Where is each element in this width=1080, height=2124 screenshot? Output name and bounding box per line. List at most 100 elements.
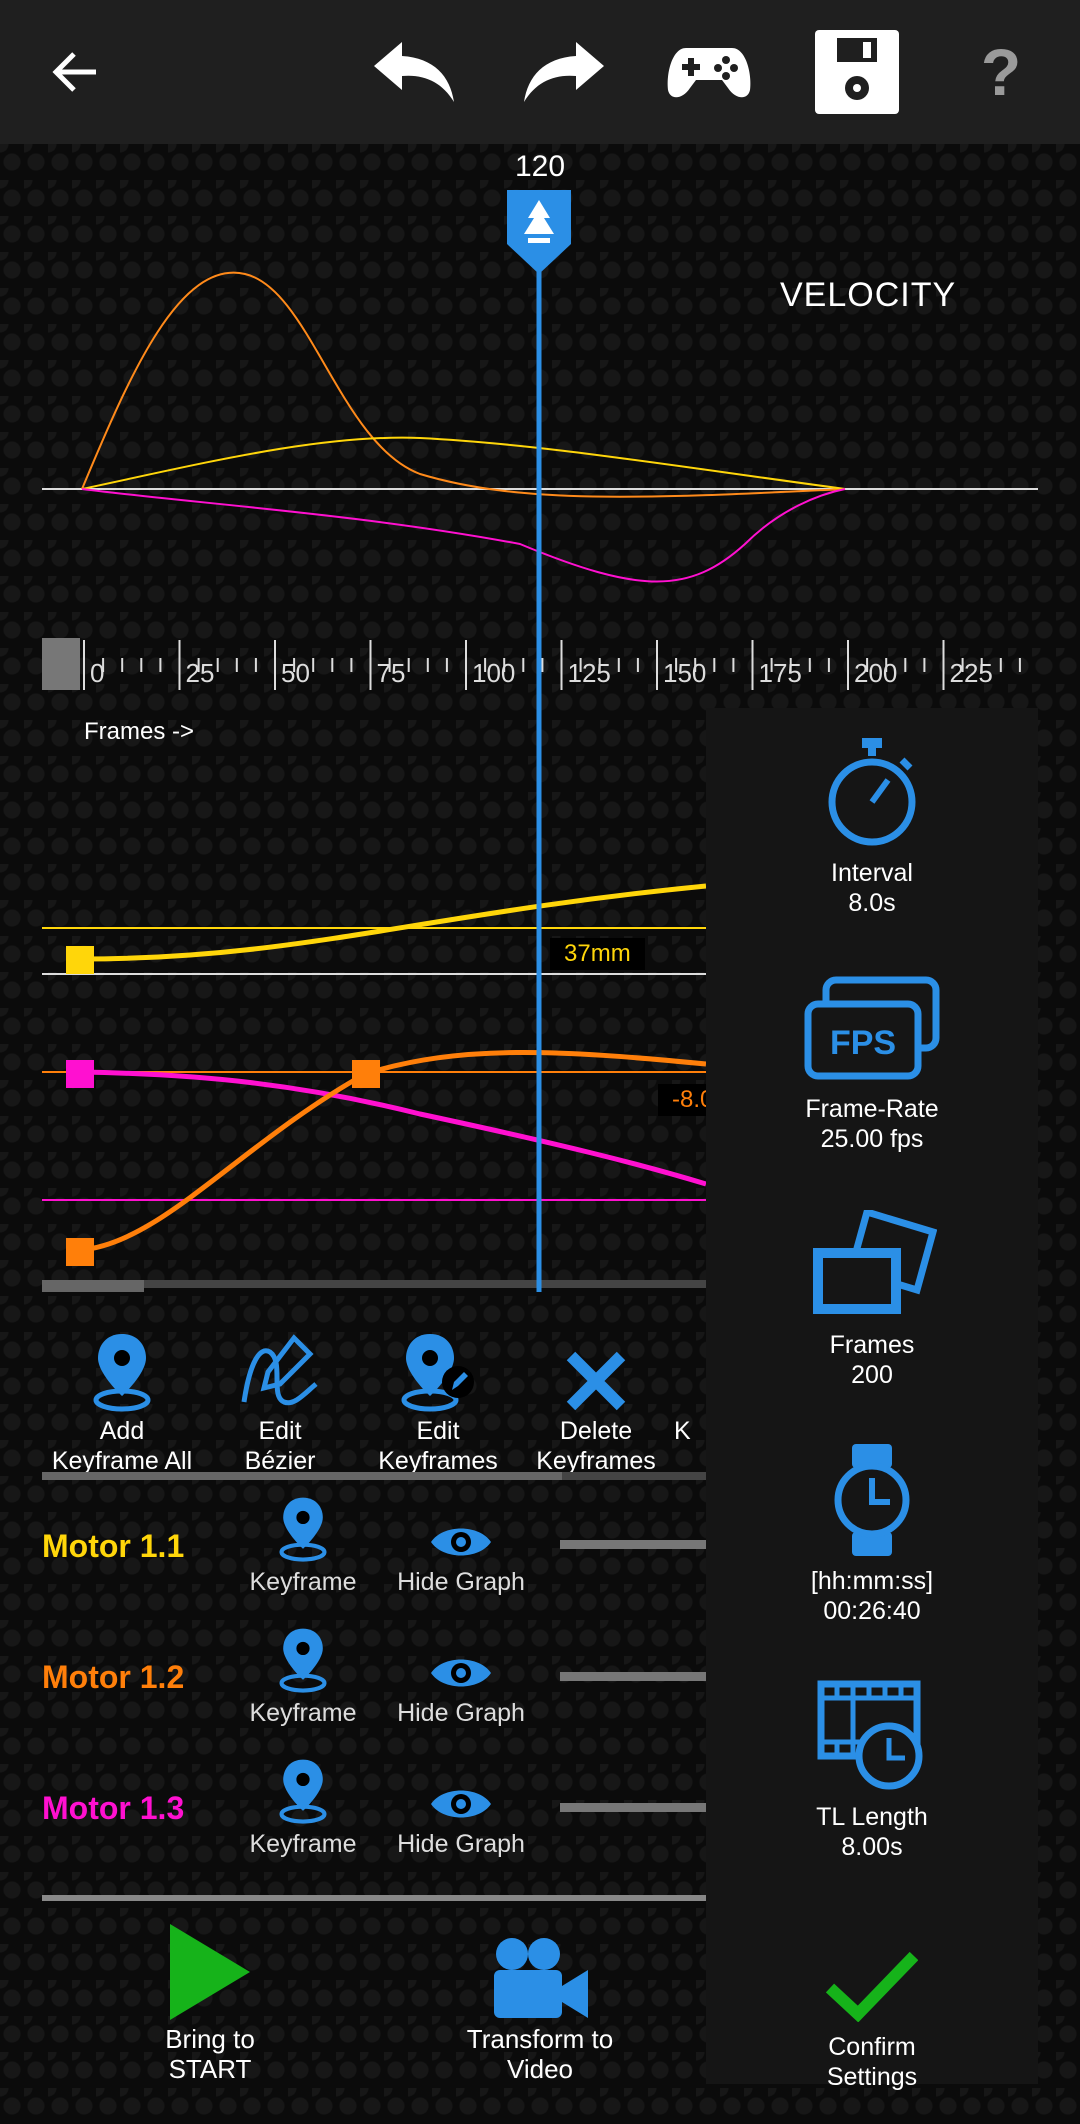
tl-length-value: 8.00s (841, 1833, 903, 1861)
velocity-curve-motor1 (81, 436, 846, 490)
keyframe-marker[interactable] (66, 1238, 94, 1266)
map-pin-icon (279, 1628, 327, 1693)
interval-setting[interactable]: Interval 8.0s (706, 728, 1038, 918)
ruler-tick-label: 150 (663, 658, 706, 688)
gamepad-icon (667, 48, 751, 98)
delete-keyframes-button[interactable]: Delete Keyframes (516, 1320, 676, 1476)
framerate-label: Frame-Rate (805, 1095, 939, 1123)
watch-icon (834, 1444, 910, 1556)
redo-button[interactable] (518, 22, 608, 122)
tl-length-label: TL Length (816, 1803, 928, 1831)
add-keyframe-all-button[interactable]: Add Keyframe All (42, 1320, 202, 1476)
ruler-ticks: 0 25 50 75 100 125 150 175 200 225 (83, 640, 1021, 690)
ruler-tick-label: 0 (90, 658, 104, 688)
ruler-tick-label: 25 (186, 658, 215, 688)
keyframe-marker[interactable] (66, 946, 94, 974)
motor-slider[interactable] (560, 1803, 710, 1812)
velocity-curve-motor2 (81, 271, 846, 498)
motor-hide-label: Hide Graph (397, 1568, 525, 1596)
motor-keyframe-label: Keyframe (249, 1568, 357, 1596)
gamepad-button[interactable] (664, 22, 754, 122)
map-pin-icon (93, 1334, 151, 1412)
eye-icon (431, 1528, 491, 1556)
position-curve-motor2 (79, 1049, 707, 1253)
frames-setting[interactable]: Frames 200 (706, 1200, 1038, 1390)
save-button[interactable] (812, 22, 902, 122)
action-label-line1: Edit (416, 1417, 460, 1445)
ruler-tick-label: 75 (377, 658, 406, 688)
fps-badge: FPS (830, 1024, 896, 1062)
eye-icon (431, 1790, 491, 1818)
actions-scroll-thumb[interactable] (42, 1472, 562, 1480)
motor-slider[interactable] (560, 1672, 710, 1681)
bring-to-start-button[interactable]: Bring to START (120, 1920, 300, 2084)
eye-icon (431, 1659, 491, 1687)
tl-length-setting[interactable]: TL Length 8.00s (706, 1672, 1038, 1862)
motor1-value-tag: 37mm (550, 938, 645, 970)
edit-bezier-button[interactable]: Edit Bézier (200, 1320, 360, 1476)
map-pin-icon (279, 1759, 327, 1824)
video-camera-icon (494, 1938, 588, 2018)
floppy-save-icon (815, 30, 899, 114)
duration-setting[interactable]: [hh:mm:ss] 00:26:40 (706, 1436, 1038, 1626)
frames-label: Frames (829, 1331, 915, 1359)
motor-hide-graph-button[interactable]: Hide Graph (386, 1500, 536, 1597)
playhead-frame-label: 120 (514, 150, 566, 183)
undo-button[interactable] (370, 22, 460, 122)
start-label-line2: START (168, 2054, 252, 2084)
motor-keyframe-label: Keyframe (249, 1830, 357, 1858)
velocity-curve-motor3 (81, 488, 846, 583)
bottom-divider (42, 1895, 706, 1901)
confirm-label-line1: Confirm (828, 2033, 916, 2061)
motor-name: Motor 1.1 (42, 1528, 185, 1564)
graph-mode-label[interactable]: VELOCITY (780, 276, 956, 315)
frames-axis-label: Frames -> (84, 718, 195, 745)
start-label-line1: Bring to (165, 2024, 255, 2054)
redo-icon (524, 42, 604, 102)
motor-slider[interactable] (560, 1540, 710, 1549)
framerate-setting[interactable]: FPS Frame-Rate 25.00 fps (706, 964, 1038, 1154)
ruler-handle[interactable] (42, 638, 80, 690)
ruler-tick-label: 200 (854, 658, 897, 688)
duration-label: [hh:mm:ss] (810, 1567, 934, 1595)
motor-hide-label: Hide Graph (397, 1830, 525, 1858)
back-button[interactable] (40, 22, 110, 122)
position-curve-motor3 (79, 1069, 707, 1187)
keyframe-marker[interactable] (352, 1060, 380, 1088)
ruler-tick-label: 125 (568, 658, 611, 688)
transform-label-line2: Video (506, 2054, 574, 2084)
interval-value: 8.0s (848, 889, 896, 917)
frames-value: 200 (851, 1361, 893, 1389)
ruler-tick-label: 175 (759, 658, 802, 688)
motor-keyframe-button[interactable]: Keyframe (228, 1497, 378, 1597)
edit-keyframes-button[interactable]: Edit Keyframes (358, 1320, 518, 1476)
action-label-line1: Delete (559, 1417, 633, 1445)
confirm-settings-button[interactable]: Confirm Settings (706, 1902, 1038, 2092)
motor-keyframe-button[interactable]: Keyframe (228, 1759, 378, 1859)
action-label-line1: Add (99, 1417, 145, 1445)
top-toolbar: ? (0, 0, 1080, 144)
duration-value: 00:26:40 (823, 1597, 921, 1625)
ruler-tick-label: 225 (950, 658, 993, 688)
motor-keyframe-label: Keyframe (249, 1699, 357, 1727)
bezier-pen-icon (241, 1334, 318, 1406)
motor-hide-graph-button[interactable]: Hide Graph (386, 1762, 536, 1859)
keyframe-marker[interactable] (66, 1060, 94, 1088)
motor-hide-graph-button[interactable]: Hide Graph (386, 1631, 536, 1728)
map-pin-edit-icon (401, 1334, 474, 1412)
motor-hide-label: Hide Graph (397, 1699, 525, 1727)
graph-scroll-thumb[interactable] (42, 1280, 144, 1292)
motor-name: Motor 1.3 (42, 1790, 185, 1826)
ruler-tick-label: 100 (472, 658, 515, 688)
settings-panel: Interval 8.0s FPS Frame-Rate 25.00 fps F… (706, 708, 1038, 2091)
interval-label: Interval (831, 859, 913, 887)
arrow-left-icon (52, 52, 96, 92)
transform-to-video-button[interactable]: Transform to Video (440, 1920, 640, 2084)
motor-keyframe-button[interactable]: Keyframe (228, 1628, 378, 1728)
photo-frames-icon (813, 1210, 937, 1314)
help-button[interactable]: ? (966, 22, 1036, 122)
fps-icon: FPS (804, 976, 940, 1080)
play-icon (170, 1924, 250, 2020)
motor-name: Motor 1.2 (42, 1659, 185, 1695)
close-x-icon (566, 1351, 626, 1411)
